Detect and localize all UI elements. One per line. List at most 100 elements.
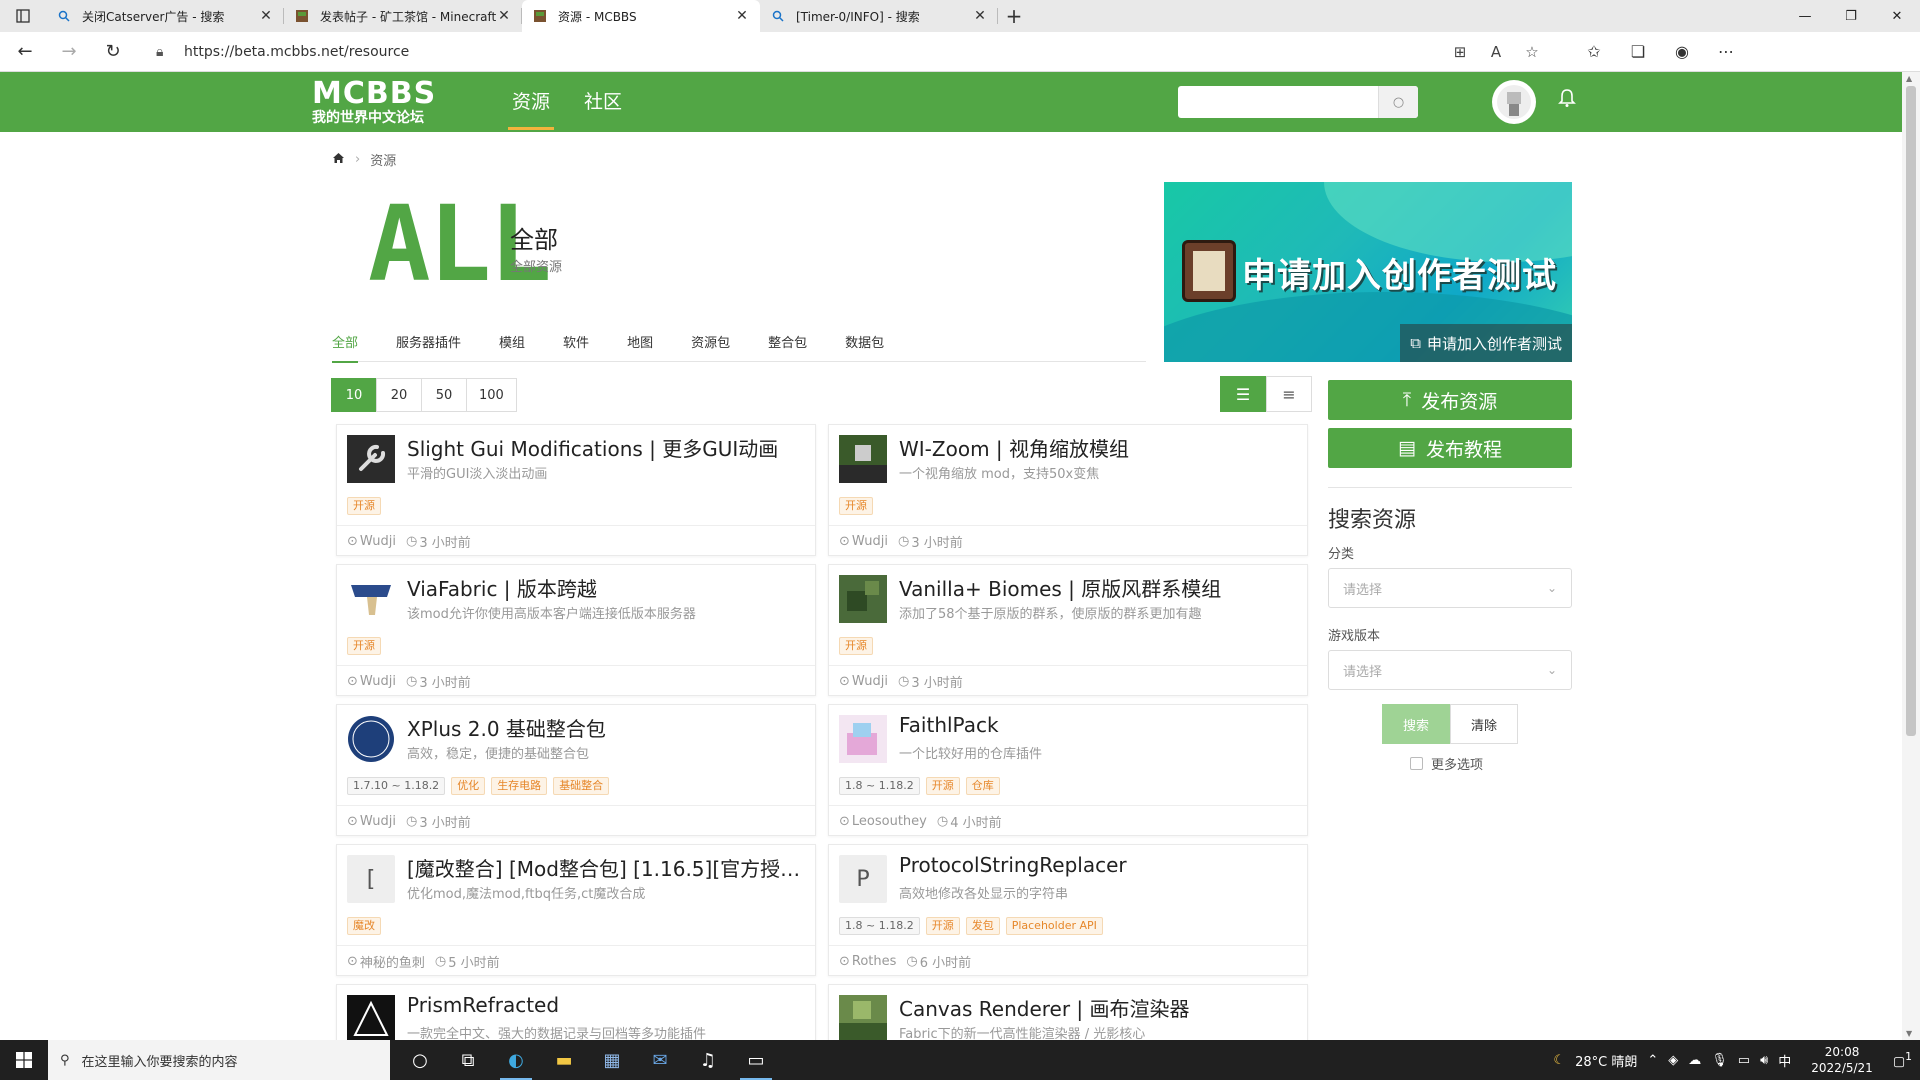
nav-community[interactable]: 社区 <box>584 72 622 132</box>
resource-title[interactable]: PrismRefracted <box>407 993 805 1017</box>
tab-server-plugins[interactable]: 服务器插件 <box>396 332 461 362</box>
resource-author[interactable]: Wudji <box>360 674 396 689</box>
tab-datapacks[interactable]: 数据包 <box>845 332 884 362</box>
publish-resource-button[interactable]: ⤒ 发布资源 <box>1328 380 1572 420</box>
resource-title[interactable]: [魔改整合] [Mod整合包] [1.16.5][官方授权][... <box>407 853 805 882</box>
forward-arrow-icon[interactable]: → <box>50 33 88 71</box>
prism-image-icon[interactable] <box>347 995 395 1040</box>
clock[interactable]: 20:08 2022/5/21 <box>1811 1044 1873 1076</box>
scroll-down-icon[interactable]: ▼ <box>1906 1029 1912 1038</box>
tab-close-icon[interactable]: ✕ <box>258 8 274 24</box>
mcbbs-logo[interactable]: MCBBS 我的世界中文论坛 <box>312 78 436 127</box>
search-icon[interactable]: ○ <box>1378 86 1418 118</box>
biome-image-icon[interactable] <box>839 575 887 623</box>
minimize-icon[interactable]: — <box>1782 0 1828 32</box>
resource-title[interactable]: WI-Zoom | 视角缩放模组 <box>899 433 1297 462</box>
volume-icon[interactable]: 🔊︎ <box>1760 1053 1768 1068</box>
tab-actions-icon[interactable] <box>0 0 46 32</box>
tab-close-icon[interactable]: ✕ <box>972 8 988 24</box>
resource-title[interactable]: ViaFabric | 版本跨越 <box>407 573 805 602</box>
notification-center-icon[interactable]: ▢1 <box>1893 1050 1912 1069</box>
resource-card[interactable]: WI-Zoom | 视角缩放模组 一个视角缩放 mod，支持50x变焦 开源 ⊙ Wud… <box>828 424 1308 556</box>
resource-card[interactable]: PrismRefracted 一款完全中文、强大的数据记录与回档等多功能插件 <box>336 984 816 1040</box>
refresh-icon[interactable]: ↻ <box>94 33 132 71</box>
windows-start-icon[interactable] <box>0 1040 48 1080</box>
resource-author[interactable]: Leosouthey <box>852 814 927 829</box>
faithlpack-image-icon[interactable] <box>839 715 887 763</box>
scroll-up-icon[interactable]: ▲ <box>1906 74 1912 83</box>
microphone-icon[interactable]: 🎙︎ <box>1711 1053 1728 1068</box>
resource-card[interactable]: P ProtocolStringReplacer 高效地修改各处显示的字符串 1.8 … <box>828 844 1308 976</box>
scrollbar-thumb[interactable] <box>1906 86 1916 736</box>
restore-icon[interactable]: ❐ <box>1828 0 1874 32</box>
read-aloud-icon[interactable]: A <box>1478 43 1514 61</box>
tab-mods[interactable]: 模组 <box>499 332 525 362</box>
browser-tab-3[interactable]: [Timer-0/INFO] - 搜索 ✕ <box>760 0 998 32</box>
nav-resources[interactable]: 资源 <box>507 72 555 132</box>
piano-app-icon[interactable]: ♫ <box>684 1040 732 1080</box>
task-view-icon[interactable]: ⧉ <box>444 1040 492 1080</box>
microsoft-store-icon[interactable]: ▦ <box>588 1040 636 1080</box>
bell-icon[interactable] <box>1558 88 1576 113</box>
resource-author[interactable]: Wudji <box>360 534 396 549</box>
security-icon[interactable]: ◈ <box>1668 1053 1678 1068</box>
letter-p-icon[interactable]: P <box>839 855 887 903</box>
resource-author[interactable]: Rothes <box>852 954 897 969</box>
user-avatar[interactable] <box>1492 80 1536 124</box>
browser-tab-2[interactable]: 资源 - MCBBS ✕ <box>522 0 760 32</box>
letter-bracket-icon[interactable]: [ <box>347 855 395 903</box>
resource-author[interactable]: Wudji <box>360 814 396 829</box>
favorite-add-icon[interactable]: ☆ <box>1514 43 1550 61</box>
resource-title[interactable]: Slight Gui Modifications | 更多GUI动画 <box>407 433 805 462</box>
site-search-input[interactable] <box>1178 86 1378 118</box>
resource-card[interactable]: Vanilla+ Biomes | 原版风群系模组 添加了58个基于原版的群系，使… <box>828 564 1308 696</box>
page-scrollbar[interactable]: ▲ ▼ <box>1902 72 1920 1040</box>
address-bar[interactable]: 🔒︎ https://beta.mcbbs.net/resource ⊞ A ☆ <box>142 36 1572 68</box>
more-menu-icon[interactable]: ⋯ <box>1704 42 1748 61</box>
resource-author[interactable]: Wudji <box>852 534 888 549</box>
show-hidden-icons-icon[interactable]: ⌃ <box>1647 1053 1658 1068</box>
tab-resource-packs[interactable]: 资源包 <box>691 332 730 362</box>
taskbar-search[interactable]: ⚲ 在这里输入你要搜索的内容 <box>48 1040 390 1080</box>
resource-title[interactable]: XPlus 2.0 基础整合包 <box>407 713 805 742</box>
page-size-100[interactable]: 100 <box>466 378 517 412</box>
resource-author[interactable]: Wudji <box>852 674 888 689</box>
tab-all[interactable]: 全部 <box>332 332 359 363</box>
edge-browser-icon[interactable]: ◐ <box>492 1040 540 1080</box>
tab-close-icon[interactable]: ✕ <box>496 8 512 24</box>
resource-author[interactable]: 神秘的鱼刺 <box>360 952 425 971</box>
home-icon[interactable] <box>332 152 345 168</box>
collections-icon[interactable]: ❏ <box>1616 42 1660 61</box>
resource-card[interactable]: ViaFabric | 版本跨越 该mod允许你使用高版本客户端连接低版本服务器开… <box>336 564 816 696</box>
new-tab-button[interactable]: + <box>998 0 1030 32</box>
tab-modpacks[interactable]: 整合包 <box>768 332 807 362</box>
profile-avatar-icon[interactable]: ◉ <box>1660 42 1704 61</box>
tab-close-icon[interactable]: ✕ <box>734 8 750 24</box>
list-view-icon[interactable]: ≡ <box>1266 376 1312 412</box>
more-options-checkbox[interactable] <box>1410 757 1423 770</box>
resource-card[interactable]: XPlus 2.0 基础整合包 高效，稳定，便捷的基础整合包 1.7.10 ~ 1.… <box>336 704 816 836</box>
page-size-20[interactable]: 20 <box>376 378 422 412</box>
creator-test-banner[interactable]: 申请加入创作者测试 ⧉ 申请加入创作者测试 <box>1164 182 1572 362</box>
xplus-logo-icon[interactable] <box>347 715 395 763</box>
terminal-icon[interactable]: ▭ <box>732 1040 780 1080</box>
tab-maps[interactable]: 地图 <box>627 332 653 362</box>
game-version-select[interactable]: 请选择 ⌄ <box>1328 650 1572 690</box>
weather-text[interactable]: 28°C 晴朗 <box>1575 1051 1637 1070</box>
via-logo-icon[interactable] <box>347 575 395 623</box>
cortana-icon[interactable]: ○ <box>396 1040 444 1080</box>
onedrive-cloud-icon[interactable]: ☁ <box>1688 1053 1701 1068</box>
close-window-icon[interactable]: ✕ <box>1874 0 1920 32</box>
resource-title[interactable]: Canvas Renderer | 画布渲染器 <box>899 993 1297 1022</box>
category-select[interactable]: 请选择 ⌄ <box>1328 568 1572 608</box>
resource-card[interactable]: Canvas Renderer | 画布渲染器 Fabric下的新一代高性能渲染器… <box>828 984 1308 1040</box>
tab-software[interactable]: 软件 <box>563 332 589 362</box>
page-size-50[interactable]: 50 <box>421 378 467 412</box>
banner-link[interactable]: ⧉ 申请加入创作者测试 <box>1400 324 1572 362</box>
resource-title[interactable]: ProtocolStringReplacer <box>899 853 1297 877</box>
resource-card[interactable]: Slight Gui Modifications | 更多GUI动画 平滑的GUI… <box>336 424 816 556</box>
resource-card[interactable]: [[魔改整合] [Mod整合包] [1.16.5][官方授权][... 优化mod… <box>336 844 816 976</box>
favorites-icon[interactable]: ✩ <box>1572 42 1616 61</box>
wizoom-image-icon[interactable] <box>839 435 887 483</box>
resource-title[interactable]: Vanilla+ Biomes | 原版风群系模组 <box>899 573 1297 602</box>
